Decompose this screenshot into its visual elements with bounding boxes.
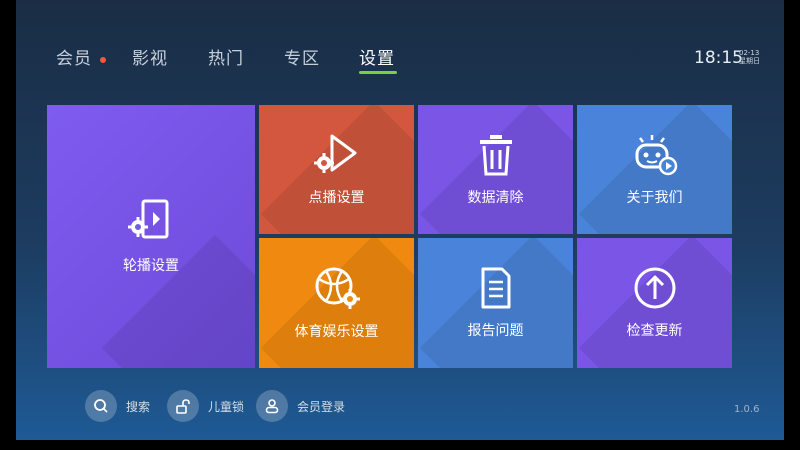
unlock-icon [176, 399, 190, 414]
clock-date: 02-13 星期日 [739, 49, 760, 65]
nav-tab-video[interactable]: 影视 [132, 44, 168, 69]
document-icon [481, 267, 510, 309]
active-tab-indicator [359, 71, 397, 74]
tile-about-us[interactable]: 关于我们 [577, 105, 732, 234]
tile-report-problem[interactable]: 报告问题 [418, 238, 573, 368]
ball-gear-icon [315, 267, 360, 309]
search-icon [94, 399, 108, 413]
carousel-settings-icon [128, 199, 169, 238]
tile-label: 报告问题 [467, 323, 524, 339]
member-login-button[interactable]: 会员登录 [256, 390, 345, 422]
arrow-up-circle-icon [634, 267, 675, 309]
notification-dot [100, 57, 106, 63]
user-icon [265, 399, 279, 414]
version-text: 1.0.6 [734, 404, 760, 415]
play-gear-icon [313, 134, 356, 173]
robot-face-icon [635, 134, 677, 175]
nav-tab-member[interactable]: 会员 [56, 44, 92, 69]
tile-carousel-settings[interactable]: 轮播设置 [47, 105, 255, 368]
weekday-text: 星期日 [739, 57, 760, 65]
top-nav: 会员 影视 热门 专区 设置 18:15 02-13 星期日 [16, 0, 784, 88]
search-button[interactable]: 搜索 [85, 390, 150, 422]
tile-label: 数据清除 [467, 189, 524, 206]
nav-tab-settings[interactable]: 设置 [359, 44, 395, 69]
child-lock-button[interactable]: 儿童锁 [167, 390, 244, 422]
tile-sports-entertainment-settings[interactable]: 体育娱乐设置 [259, 238, 414, 368]
tile-label: 体育娱乐设置 [294, 324, 379, 340]
tile-clear-data[interactable]: 数据清除 [418, 105, 573, 234]
tile-vod-settings[interactable]: 点播设置 [259, 105, 414, 234]
settings-screen: 会员 影视 热门 专区 设置 18:15 02-13 星期日 轮播设置 点播设置… [16, 0, 784, 440]
search-label: 搜索 [126, 399, 151, 414]
clock-time: 18:15 [694, 48, 743, 68]
tile-label: 检查更新 [626, 323, 683, 339]
member-login-label: 会员登录 [297, 399, 346, 414]
child-lock-label: 儿童锁 [208, 399, 245, 414]
tile-check-update[interactable]: 检查更新 [577, 238, 732, 368]
tile-label: 轮播设置 [123, 257, 179, 274]
trash-icon [479, 134, 512, 175]
tile-label: 点播设置 [308, 189, 365, 206]
nav-tab-zone[interactable]: 专区 [284, 44, 320, 69]
date-text: 02-13 [739, 49, 760, 57]
tile-label: 关于我们 [626, 189, 683, 206]
nav-tab-hot[interactable]: 热门 [208, 44, 244, 69]
